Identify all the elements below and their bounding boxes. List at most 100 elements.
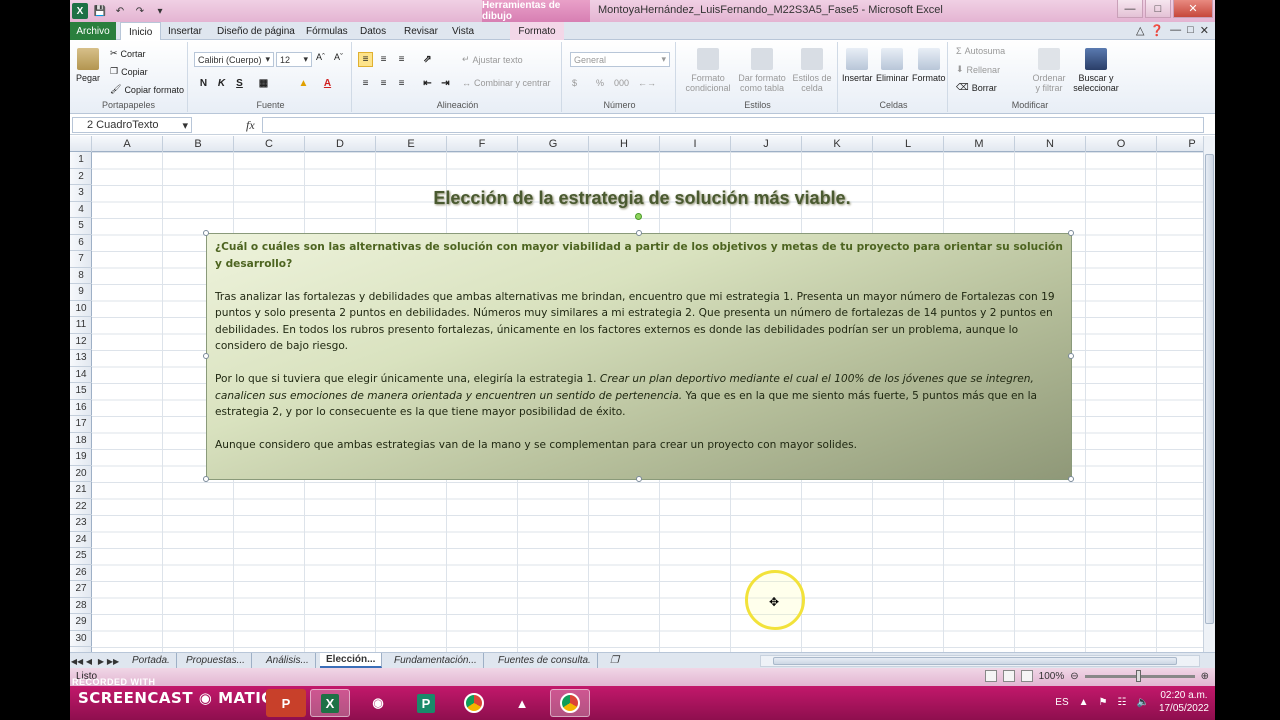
column-header[interactable]: M [944,136,1015,152]
row-header[interactable]: 28 [70,598,92,614]
sheet-tab-fundamentacion[interactable]: Fundamentación... [388,653,484,668]
row-header[interactable]: 17 [70,416,92,433]
row-header[interactable]: 6 [70,235,92,251]
row-header[interactable]: 25 [70,548,92,565]
decrease-indent-icon[interactable]: ⇤ [420,76,435,91]
column-header[interactable]: L [873,136,944,152]
format-painter-button[interactable]: 🖌 Copiar formato [110,84,184,95]
language-indicator[interactable]: ES [1055,697,1068,708]
tab-vista[interactable]: Vista [444,22,482,40]
row-header[interactable]: 22 [70,499,92,515]
excel-app-icon[interactable]: X [72,3,88,19]
doc-restore-icon[interactable]: □ [1187,24,1194,37]
resize-handle-bl[interactable] [203,476,209,482]
volume-icon[interactable]: 🔈 [1136,697,1148,708]
sheet-title[interactable]: Elección de la estrategia de solución má… [362,188,922,209]
cells-area[interactable]: Elección de la estrategia de solución má… [92,152,1203,652]
row-header[interactable]: 15 [70,383,92,400]
excel-taskbar-icon[interactable]: X [310,689,350,717]
row-header[interactable]: 23 [70,515,92,532]
sheet-tab-propuestas[interactable]: Propuestas... [180,653,252,668]
column-header[interactable]: F [447,136,518,152]
row-header[interactable]: 4 [70,202,92,218]
row-header[interactable]: 24 [70,532,92,548]
resize-handle-bc[interactable] [636,476,642,482]
format-as-table-button[interactable]: Dar formato como tabla [736,48,788,93]
minimize-button[interactable]: — [1117,0,1143,18]
delete-cells-button[interactable]: Eliminar [876,48,909,83]
zoom-slider-knob[interactable] [1135,669,1141,682]
tab-archivo[interactable]: Archivo [70,22,116,40]
cut-button[interactable]: ✂ Cortar [110,48,146,59]
help-icon[interactable]: ❓ [1150,24,1164,37]
page-layout-view-icon[interactable] [1002,670,1015,682]
borders-icon[interactable]: ▦ [256,76,271,91]
doc-close-icon[interactable]: ✕ [1200,24,1209,37]
last-sheet-icon[interactable]: ▶▶ [107,654,119,668]
row-header[interactable]: 5 [70,218,92,235]
row-header[interactable]: 1 [70,152,92,169]
tab-diseno-pagina[interactable]: Diseño de página [209,22,303,40]
row-header[interactable]: 20 [70,466,92,482]
powerpoint-taskbar-icon[interactable]: P [266,689,306,717]
row-header[interactable]: 30 [70,631,92,647]
resize-handle-mr[interactable] [1068,353,1074,359]
resize-handle-tr[interactable] [1068,230,1074,236]
percent-button[interactable]: % [596,78,604,88]
insert-cells-button[interactable]: Insertar [842,48,873,83]
tab-formulas[interactable]: Fórmulas [298,22,356,40]
fill-color-icon[interactable]: ▲ [296,76,311,91]
column-header[interactable]: I [660,136,731,152]
column-header[interactable]: J [731,136,802,152]
flag-icon[interactable]: ⚑ [1099,697,1108,708]
undo-icon[interactable]: ↶ [112,3,128,19]
clear-button[interactable]: ⌫ Borrar [956,82,997,93]
merge-center-button[interactable]: ↔ Combinar y centrar [462,78,551,88]
resize-handle-ml[interactable] [203,353,209,359]
chrome-taskbar-icon[interactable] [454,689,494,717]
row-header[interactable]: 10 [70,301,92,317]
tab-inicio[interactable]: Inicio [120,22,162,41]
row-header[interactable]: 16 [70,400,92,416]
italic-button[interactable]: K [214,76,229,91]
chrome-active-taskbar-icon[interactable] [550,689,590,717]
minimize-ribbon-icon[interactable]: △ [1136,24,1144,37]
align-top-icon[interactable]: ≡ [358,52,373,67]
shrink-font-button[interactable]: Aˇ [334,52,343,62]
bold-button[interactable]: N [196,76,211,91]
column-header[interactable]: B [163,136,234,152]
network-icon[interactable]: ☷ [1118,697,1127,708]
resize-handle-br[interactable] [1068,476,1074,482]
row-header[interactable]: 2 [70,169,92,185]
copy-button[interactable]: ❐ Copiar [110,66,148,77]
sheet-tab-fuentes[interactable]: Fuentes de consulta. [492,653,598,668]
select-all-corner[interactable] [70,136,92,152]
insert-function-button[interactable]: fx [246,118,255,133]
row-header[interactable]: 11 [70,317,92,334]
vertical-scrollbar[interactable] [1203,136,1215,652]
sheet-tab-portada[interactable]: Portada. [126,653,177,668]
doc-minimize-icon[interactable]: — [1170,24,1181,37]
row-header[interactable]: 8 [70,268,92,284]
save-icon[interactable]: 💾 [92,3,108,19]
row-header[interactable]: 29 [70,614,92,631]
row-header[interactable]: 9 [70,284,92,301]
currency-button[interactable]: $ [572,78,577,88]
name-box[interactable]: 2 CuadroTexto ▾ [72,117,192,133]
tray-arrow-icon[interactable]: ▲ [1079,697,1089,708]
paste-button[interactable]: Pegar [76,48,100,83]
zoom-level[interactable]: 100% [1039,671,1065,682]
format-cells-button[interactable]: Formato [912,48,946,83]
align-center-icon[interactable]: ≡ [376,76,391,91]
horizontal-scroll-thumb[interactable] [773,657,1177,665]
insert-sheet-icon[interactable]: ❐ [604,653,625,668]
column-header[interactable]: N [1015,136,1086,152]
increase-indent-icon[interactable]: ⇥ [438,76,453,91]
zoom-slider[interactable] [1084,669,1195,682]
find-select-button[interactable]: Buscar y seleccionar [1072,48,1120,93]
app-taskbar-icon[interactable]: ▲ [502,689,542,717]
column-header[interactable]: C [234,136,305,152]
conditional-format-button[interactable]: Formato condicional [684,48,732,93]
zoom-out-icon[interactable]: ⊖ [1070,671,1078,682]
wrap-text-button[interactable]: ↵ Ajustar texto [462,54,523,65]
